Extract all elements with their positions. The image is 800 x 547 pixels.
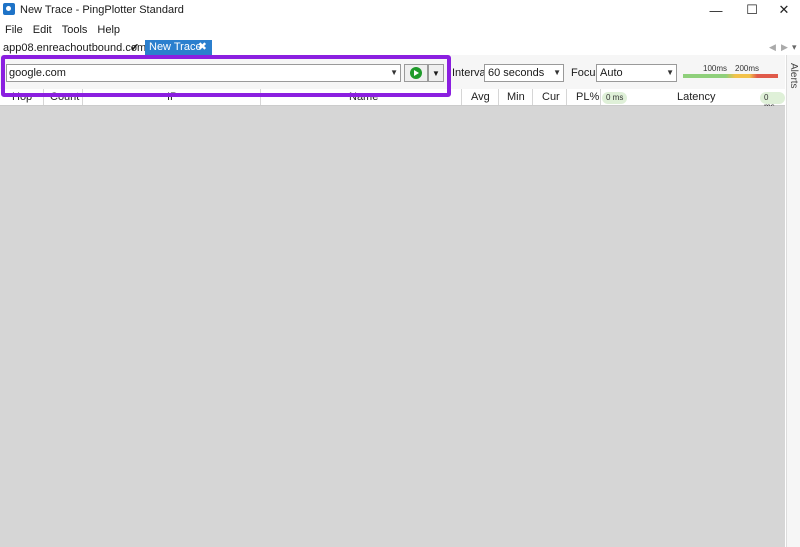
close-window-button[interactable]: ✕ (766, 0, 800, 20)
interval-value: 60 seconds (488, 67, 545, 79)
column-separator[interactable] (566, 89, 567, 105)
target-input[interactable] (7, 65, 387, 81)
column-separator[interactable] (461, 89, 462, 105)
tab-scroll-left-icon[interactable]: ◀ (769, 42, 776, 53)
column-name[interactable]: Name (349, 91, 378, 103)
tab-bar: app08.enreachoutbound.com ✔ New Trace ✖ … (0, 40, 800, 55)
column-hop[interactable]: Hop (12, 91, 32, 103)
title-bar: New Trace - PingPlotter Standard — ☐ ✕ (0, 0, 800, 21)
tab-scroll-right-icon[interactable]: ▶ (781, 42, 788, 53)
menu-file[interactable]: File (0, 22, 28, 40)
legend-100ms: 100ms (703, 64, 728, 73)
column-ip[interactable]: IP (167, 91, 177, 103)
column-separator[interactable] (498, 89, 499, 105)
tab-new-trace[interactable]: New Trace ✖ (145, 40, 212, 55)
chevron-down-icon[interactable]: ▼ (390, 68, 398, 77)
pingplotter-logo-icon (3, 3, 15, 15)
start-trace-options-button[interactable]: ▼ (428, 64, 444, 82)
latency-scale-end: 0 ms (760, 92, 785, 111)
interval-select[interactable]: 60 seconds ▼ (484, 64, 564, 82)
start-trace-button[interactable] (404, 64, 428, 82)
trace-grid[interactable] (0, 106, 785, 547)
column-pl[interactable]: PL% (576, 91, 599, 103)
menu-tools[interactable]: Tools (57, 22, 93, 40)
column-latency[interactable]: Latency (677, 91, 716, 103)
tab-host[interactable]: app08.enreachoutbound.com (3, 42, 146, 54)
column-count[interactable]: Count (50, 91, 79, 103)
latency-legend: 100ms 200ms (683, 64, 779, 80)
chevron-down-icon: ▼ (666, 68, 674, 77)
column-separator[interactable] (532, 89, 533, 105)
legend-color-bar (683, 74, 778, 78)
focus-value: Auto (600, 67, 623, 79)
play-icon (410, 67, 422, 79)
window-title: New Trace - PingPlotter Standard (20, 4, 184, 16)
check-icon: ✔ (130, 42, 140, 54)
chevron-down-icon: ▼ (553, 68, 561, 77)
column-separator[interactable] (82, 89, 83, 105)
menu-edit[interactable]: Edit (28, 22, 57, 40)
column-cur[interactable]: Cur (542, 91, 560, 103)
trace-grid-header: Hop Count IP Name Avg Min Cur PL% 0 ms L… (0, 89, 785, 111)
column-avg[interactable]: Avg (471, 91, 490, 103)
tab-list-icon[interactable]: ▾ (792, 42, 797, 53)
interval-label: Interval (452, 67, 489, 79)
tab-new-trace-label: New Trace (149, 41, 202, 53)
minimize-button[interactable]: — (698, 0, 734, 20)
column-separator[interactable] (600, 89, 601, 105)
legend-200ms: 200ms (735, 64, 760, 73)
alerts-side-panel[interactable]: Alerts (786, 55, 800, 547)
menu-help[interactable]: Help (92, 22, 125, 40)
focus-select[interactable]: Auto ▼ (596, 64, 677, 82)
latency-scale-start: 0 ms (602, 92, 628, 104)
alerts-label: Alerts (788, 63, 799, 89)
menu-bar: File Edit Tools Help (0, 22, 125, 40)
maximize-button[interactable]: ☐ (734, 0, 770, 20)
column-separator[interactable] (43, 89, 44, 105)
column-separator[interactable] (260, 89, 261, 105)
column-min[interactable]: Min (507, 91, 525, 103)
target-combo[interactable]: ▼ (6, 64, 401, 82)
close-tab-icon[interactable]: ✖ (198, 40, 207, 53)
